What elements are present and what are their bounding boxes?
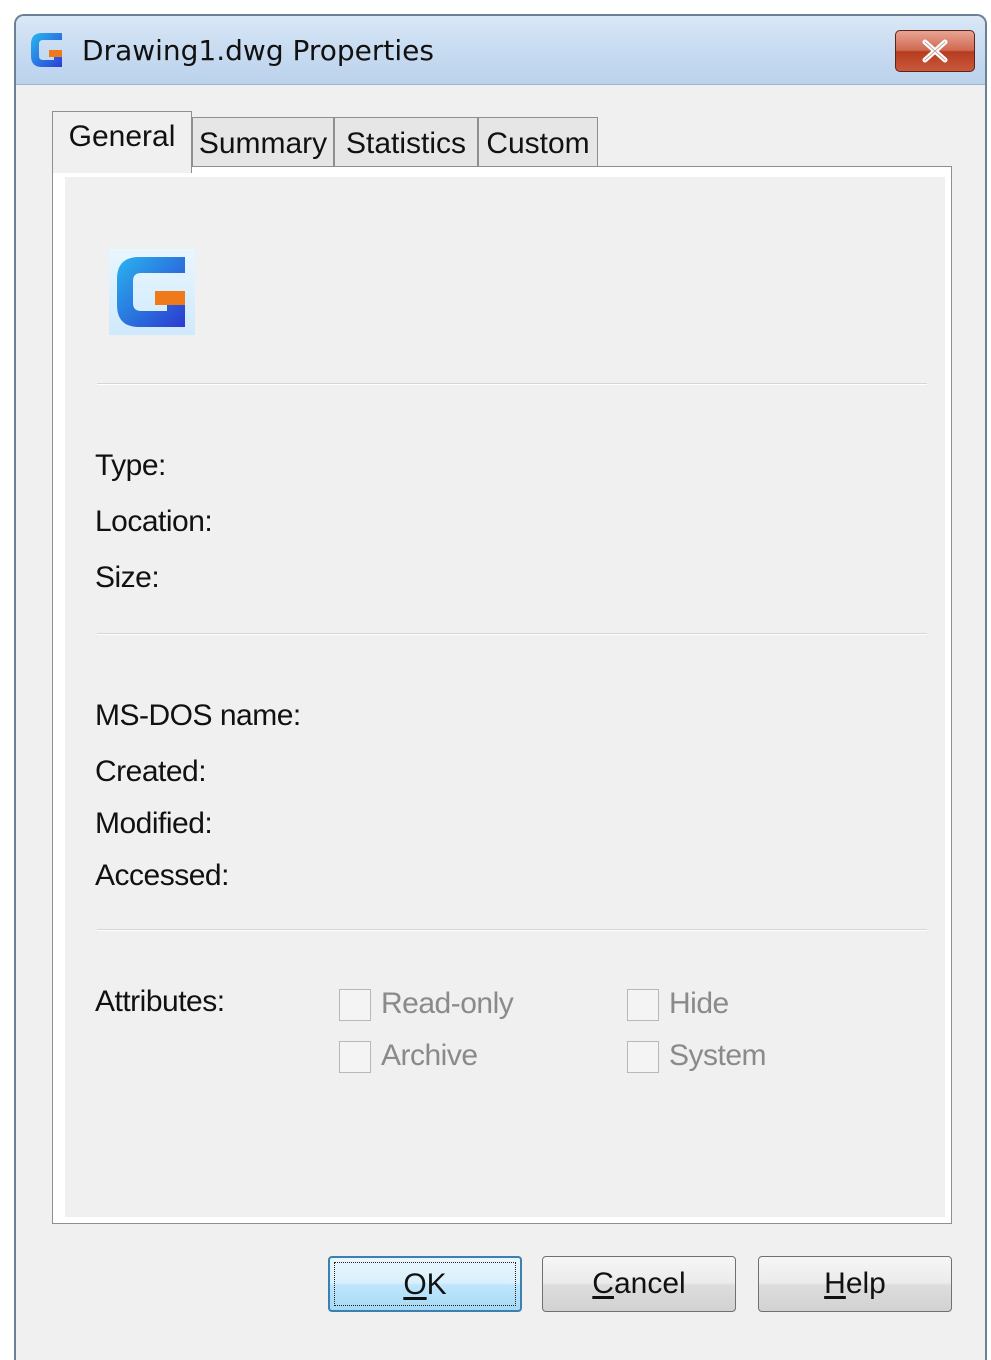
readonly-checkbox[interactable] xyxy=(339,989,371,1021)
app-logo-icon xyxy=(31,33,62,67)
location-label: Location: xyxy=(95,505,213,538)
general-tab-content: Type: Location: Size: MS-DOS name: Creat… xyxy=(65,177,945,1217)
help-button[interactable]: Help xyxy=(758,1256,952,1312)
ok-button[interactable]: OK xyxy=(328,1256,522,1312)
hide-label: Hide xyxy=(669,987,729,1020)
close-icon xyxy=(922,39,948,63)
modified-label: Modified: xyxy=(95,807,213,840)
tab-statistics[interactable]: Statistics xyxy=(334,117,478,167)
system-checkbox[interactable] xyxy=(627,1041,659,1073)
window-title: Drawing1.dwg Properties xyxy=(82,34,434,67)
created-label: Created: xyxy=(95,755,207,788)
system-label: System xyxy=(669,1039,767,1072)
ok-button-label: OK xyxy=(403,1268,447,1301)
properties-dialog: Drawing1.dwg Properties General Summary … xyxy=(14,14,987,1360)
general-tab-panel: Type: Location: Size: MS-DOS name: Creat… xyxy=(52,166,952,1224)
archive-checkbox[interactable] xyxy=(339,1041,371,1073)
dwg-file-icon xyxy=(109,249,195,335)
tab-general[interactable]: General xyxy=(52,111,192,173)
cancel-button-label: Cancel xyxy=(592,1267,686,1300)
separator-1 xyxy=(97,383,927,385)
type-label: Type: xyxy=(95,449,166,482)
title-bar[interactable]: Drawing1.dwg Properties xyxy=(16,16,985,85)
cancel-button[interactable]: Cancel xyxy=(542,1256,736,1312)
msdos-name-label: MS-DOS name: xyxy=(95,699,301,732)
separator-3 xyxy=(97,929,927,931)
attributes-label: Attributes: xyxy=(95,985,225,1018)
close-button[interactable] xyxy=(895,30,975,72)
archive-label: Archive xyxy=(381,1039,478,1072)
help-button-label: Help xyxy=(824,1267,886,1300)
readonly-label: Read-only xyxy=(381,987,514,1020)
hide-checkbox[interactable] xyxy=(627,989,659,1021)
separator-2 xyxy=(97,633,927,635)
accessed-label: Accessed: xyxy=(95,859,229,892)
tab-custom[interactable]: Custom xyxy=(478,117,598,167)
tab-summary[interactable]: Summary xyxy=(192,117,334,167)
size-label: Size: xyxy=(95,561,160,594)
